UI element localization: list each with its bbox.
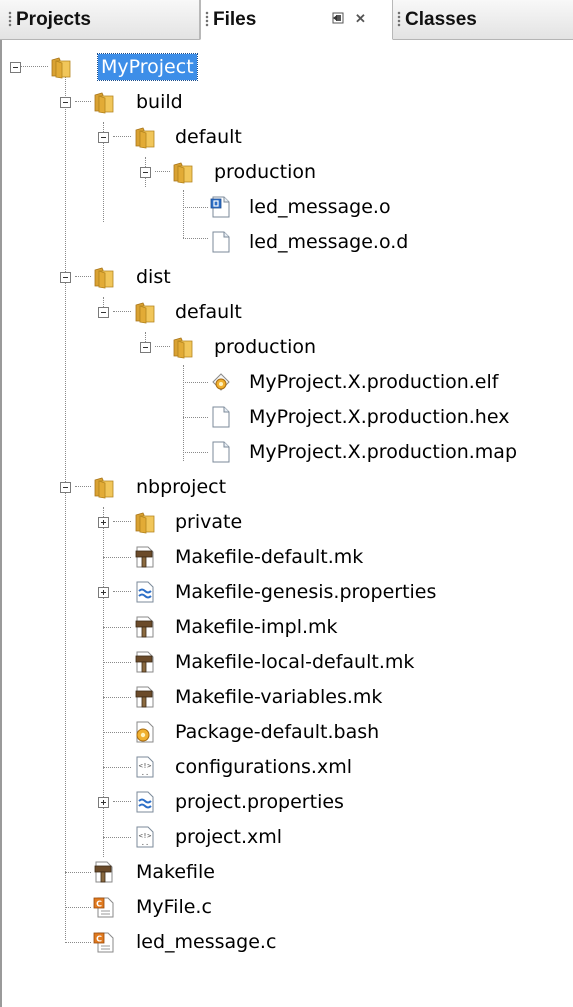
tree-node-build[interactable]: build — [0, 85, 573, 119]
tree-node-hex[interactable]: MyProject.X.production.hex — [0, 400, 573, 434]
tree-guide-line — [75, 276, 91, 277]
tree-guide-line — [183, 382, 208, 383]
tree-node-build-production[interactable]: production — [0, 155, 573, 189]
tree-node-package-default-bash[interactable]: Package-default.bash — [0, 715, 573, 749]
collapse-toggle-icon[interactable] — [98, 132, 109, 143]
folder-icon — [93, 265, 115, 289]
properties-file-icon — [134, 580, 156, 604]
xml-file-icon — [134, 825, 156, 849]
tree-node-private[interactable]: private — [0, 505, 573, 539]
tree-node-nbproject[interactable]: nbproject — [0, 470, 573, 504]
file-icon — [210, 230, 232, 254]
tree-guide-line — [103, 732, 131, 733]
tree-guide-line — [113, 521, 131, 522]
tree-guide-line — [103, 627, 131, 628]
tree-guide-line — [113, 801, 131, 802]
tree-node-configurations-xml[interactable]: configurations.xml — [0, 750, 573, 784]
folder-icon — [172, 160, 194, 184]
folder-icon — [134, 300, 156, 324]
expand-toggle-icon[interactable] — [98, 517, 109, 528]
tree-guide-line — [155, 346, 170, 347]
makefile-hammer-icon — [93, 860, 115, 884]
close-tab-icon[interactable]: ✕ — [355, 11, 366, 27]
panel-tab-bar: Projects Files ✕ Classes — [0, 0, 573, 40]
c-source-file-icon — [93, 895, 115, 919]
tree-guide-line — [103, 697, 131, 698]
folder-icon — [134, 510, 156, 534]
tree-node-dist[interactable]: dist — [0, 260, 573, 294]
tree-node-project-properties[interactable]: project.properties — [0, 785, 573, 819]
collapse-toggle-icon[interactable] — [60, 272, 71, 283]
folder-icon — [93, 90, 115, 114]
tree-node-led-message-o[interactable]: led_message.o — [0, 190, 573, 224]
tree-node-project-xml[interactable]: project.xml — [0, 820, 573, 854]
tree-guide-line — [155, 171, 170, 172]
folder-icon — [172, 335, 194, 359]
folder-icon — [93, 475, 115, 499]
tree-guide-line — [113, 311, 131, 312]
makefile-hammer-icon — [134, 615, 156, 639]
tree-guide-line — [183, 207, 208, 208]
tab-classes[interactable]: Classes — [393, 0, 573, 40]
tree-guide-line — [21, 66, 48, 67]
file-icon — [210, 405, 232, 429]
file-icon — [210, 440, 232, 464]
minimize-icon[interactable] — [332, 11, 346, 25]
tree-guide-line — [183, 417, 208, 418]
folder-icon — [134, 125, 156, 149]
tree-node-led-message-o-d[interactable]: led_message.o.d — [0, 225, 573, 259]
tree-node-build-default[interactable]: default — [0, 120, 573, 154]
tree-node-makefile-genesis[interactable]: Makefile-genesis.properties — [0, 575, 573, 609]
drag-grip-icon — [205, 11, 209, 27]
makefile-hammer-icon — [134, 545, 156, 569]
xml-file-icon — [134, 755, 156, 779]
tree-node-myproject[interactable]: MyProject — [0, 50, 573, 84]
tree-guide-line — [103, 557, 131, 558]
file-tree: MyProject build default production led_m… — [0, 42, 573, 1007]
executable-gear-icon — [210, 370, 232, 394]
drag-grip-icon — [8, 11, 12, 27]
tree-node-makefile[interactable]: Makefile — [0, 855, 573, 889]
drag-grip-icon — [397, 11, 401, 27]
tab-projects[interactable]: Projects — [0, 0, 200, 40]
collapse-toggle-icon[interactable] — [98, 307, 109, 318]
collapse-toggle-icon[interactable] — [60, 97, 71, 108]
collapse-toggle-icon[interactable] — [140, 342, 151, 353]
tree-guide-line — [183, 238, 208, 239]
tree-guide-line — [103, 662, 131, 663]
makefile-hammer-icon — [134, 685, 156, 709]
tree-node-makefile-impl[interactable]: Makefile-impl.mk — [0, 610, 573, 644]
collapse-toggle-icon[interactable] — [60, 482, 71, 493]
tree-guide-line — [183, 452, 208, 453]
tree-guide-line — [103, 837, 131, 838]
tree-node-myfile-c[interactable]: MyFile.c — [0, 890, 573, 924]
tree-guide-line — [113, 591, 131, 592]
tree-guide-line — [113, 136, 131, 137]
collapse-toggle-icon[interactable] — [10, 62, 21, 73]
makefile-hammer-icon — [134, 650, 156, 674]
expand-toggle-icon[interactable] — [98, 587, 109, 598]
tree-node-led-message-c[interactable]: led_message.c — [0, 925, 573, 959]
tree-node-makefile-default[interactable]: Makefile-default.mk — [0, 540, 573, 574]
tree-node-makefile-local-default[interactable]: Makefile-local-default.mk — [0, 645, 573, 679]
script-gear-icon — [134, 720, 156, 744]
tree-guide-line — [75, 486, 91, 487]
tree-node-elf[interactable]: MyProject.X.production.elf — [0, 365, 573, 399]
tree-node-dist-production[interactable]: production — [0, 330, 573, 364]
tree-node-map[interactable]: MyProject.X.production.map — [0, 435, 573, 469]
properties-file-icon — [134, 790, 156, 814]
tree-guide-line — [75, 101, 91, 102]
tree-guide-line — [65, 907, 91, 908]
expand-toggle-icon[interactable] — [98, 797, 109, 808]
tree-node-makefile-variables[interactable]: Makefile-variables.mk — [0, 680, 573, 714]
tree-node-dist-default[interactable]: default — [0, 295, 573, 329]
tab-files[interactable]: Files ✕ — [200, 0, 393, 40]
tree-guide-line — [65, 872, 91, 873]
object-file-icon — [210, 195, 232, 219]
tree-guide-line — [65, 942, 91, 943]
tree-guide-line — [103, 767, 131, 768]
collapse-toggle-icon[interactable] — [140, 167, 151, 178]
c-source-file-icon — [93, 930, 115, 954]
folder-icon — [50, 55, 72, 79]
